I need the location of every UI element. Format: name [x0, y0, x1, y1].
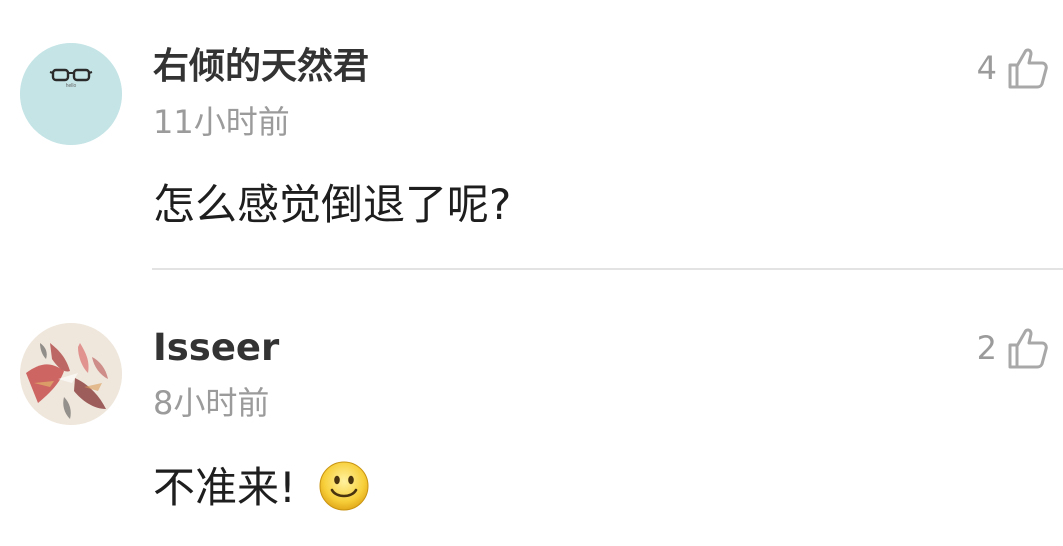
comment-item: Isseer 8小时前 不准来! 2: [0, 270, 1063, 546]
avatar-text: hello: [66, 83, 77, 89]
like-button[interactable]: 2: [977, 324, 1049, 372]
comment-time: 8小时前: [153, 384, 270, 422]
thumbs-up-outline-icon: [1008, 48, 1048, 89]
avatar[interactable]: hello: [20, 43, 122, 145]
like-button[interactable]: 4: [977, 44, 1049, 92]
avatar[interactable]: [20, 323, 122, 425]
comment-username[interactable]: 右倾的天然君: [153, 45, 369, 89]
comment-time: 11小时前: [153, 103, 290, 141]
comment-text: 不准来!: [153, 463, 296, 512]
comment-text: 怎么感觉倒退了呢?: [153, 180, 512, 229]
like-count: 4: [976, 49, 997, 87]
thumbs-up-outline-icon: [1008, 328, 1048, 369]
abstract-art-avatar-image: [20, 323, 122, 425]
comment-text-container: 不准来!: [153, 460, 370, 515]
comment-item: hello 右倾的天然君 11小时前 怎么感觉倒退了呢? 4: [0, 0, 1063, 270]
comment-username[interactable]: Isseer: [153, 326, 279, 370]
smiling-face-icon: [319, 461, 369, 511]
like-count: 2: [976, 329, 997, 367]
glasses-icon: hello: [20, 43, 122, 145]
